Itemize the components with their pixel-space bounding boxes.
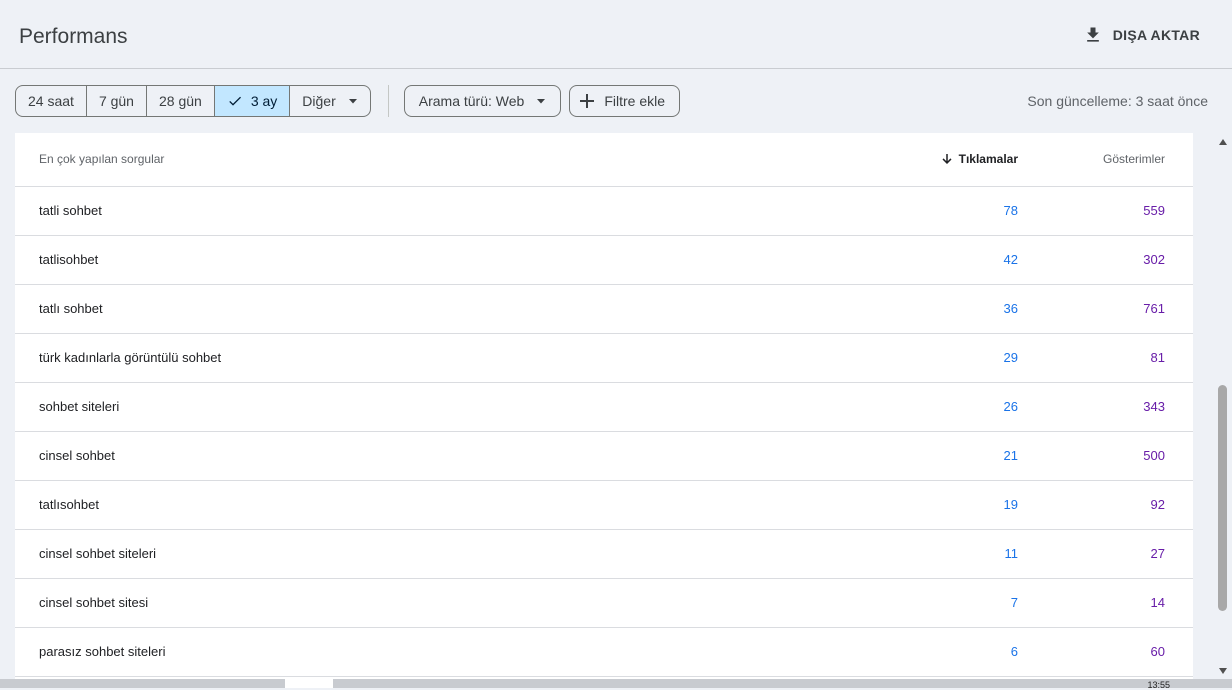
impressions-cell: 302 [1143, 252, 1165, 267]
check-icon [229, 96, 241, 106]
page-title: Performans [19, 25, 128, 48]
last-update-text: Son güncelleme: 3 saat önce [1027, 93, 1208, 109]
filter-divider [387, 85, 389, 117]
taskbar-active-app[interactable] [285, 679, 333, 688]
clicks-cell: 11 [1004, 546, 1019, 561]
add-filter-button[interactable]: Filtre ekle [569, 85, 680, 117]
search-type-label: Arama türü: Web [418, 93, 525, 109]
scroll-up-arrow-icon[interactable] [1219, 139, 1227, 145]
clicks-cell: 78 [1003, 203, 1018, 218]
date-range-label: 3 ay [250, 93, 278, 109]
date-range-selector: 24 saat 7 gün 28 gün 3 ay Diğer [15, 85, 371, 117]
query-cell: tatlisohbet [39, 252, 99, 267]
table-row[interactable]: cinsel sohbet sitesi 7 14 [15, 579, 1193, 628]
search-type-chip[interactable]: Arama türü: Web [403, 85, 562, 117]
date-range-28d[interactable]: 28 gün [147, 86, 215, 116]
scrollbar-thumb[interactable] [1218, 385, 1227, 611]
column-header-impressions[interactable]: Gösterimler [1103, 152, 1165, 166]
clicks-cell: 36 [1003, 301, 1018, 316]
impressions-cell: 92 [1150, 497, 1165, 512]
clicks-cell: 19 [1003, 497, 1018, 512]
query-cell: sohbet siteleri [39, 399, 120, 414]
table-row[interactable]: cinsel sohbet 21 500 [15, 432, 1193, 481]
table-row[interactable]: parasız sohbet siteleri 6 60 [15, 628, 1193, 677]
date-range-label: 7 gün [98, 93, 134, 109]
query-cell: cinsel sohbet sitesi [39, 595, 149, 610]
column-header-clicks-label: Tıklamalar [958, 152, 1018, 166]
performance-header: Performans DIŞA AKTAR [0, 0, 1232, 69]
caret-down-icon [537, 99, 546, 104]
table-row[interactable]: tatlısohbet 19 92 [15, 481, 1193, 530]
query-cell: cinsel sohbet siteleri [39, 546, 157, 561]
clicks-cell: 21 [1003, 448, 1018, 463]
impressions-cell: 27 [1150, 546, 1165, 561]
export-label: DIŞA AKTAR [1112, 27, 1200, 43]
query-cell: tatlı sohbet [39, 301, 103, 316]
date-range-label: 24 saat [28, 93, 74, 109]
impressions-cell: 761 [1143, 301, 1165, 316]
query-cell: tatlısohbet [39, 497, 99, 512]
impressions-cell: 81 [1150, 350, 1165, 365]
impressions-cell: 500 [1143, 448, 1165, 463]
impressions-cell: 343 [1143, 399, 1165, 414]
caret-down-icon [348, 99, 357, 104]
filter-bar: 24 saat 7 gün 28 gün 3 ay Diğer Arama tü… [15, 85, 688, 117]
arrow-down-icon [942, 154, 952, 164]
date-range-24h[interactable]: 24 saat [16, 86, 87, 116]
export-button[interactable]: DIŞA AKTAR [1083, 25, 1200, 45]
top-queries-table: En çok yapılan sorgular Tıklamalar Göste… [15, 133, 1193, 688]
clicks-cell: 7 [1010, 595, 1018, 610]
column-header-clicks[interactable]: Tıklamalar [941, 152, 1018, 166]
date-range-7d[interactable]: 7 gün [87, 86, 147, 116]
impressions-cell: 559 [1143, 203, 1165, 218]
clicks-cell: 42 [1003, 252, 1018, 267]
table-row[interactable]: cinsel sohbet siteleri 11 27 [15, 530, 1193, 579]
vertical-scrollbar[interactable] [1215, 133, 1232, 688]
query-cell: tatli sohbet [39, 203, 102, 218]
table-row[interactable]: tatlı sohbet 36 761 [15, 285, 1193, 334]
scroll-down-arrow-icon[interactable] [1219, 668, 1227, 674]
table-row[interactable]: sohbet siteleri 26 343 [15, 383, 1193, 432]
plus-icon [580, 94, 595, 108]
add-filter-label: Filtre ekle [604, 93, 665, 109]
column-header-query: En çok yapılan sorgular [39, 152, 165, 166]
table-body: tatli sohbet 78 559 tatlisohbet 42 302 tatlı… [15, 187, 1193, 677]
query-cell: cinsel sohbet [39, 448, 115, 463]
table-header: En çok yapılan sorgular Tıklamalar Göste… [15, 133, 1193, 187]
table-row[interactable]: türk kadınlarla görüntülü sohbet 29 81 [15, 334, 1193, 383]
taskbar: 13:55 [0, 679, 1232, 690]
impressions-cell: 60 [1150, 644, 1165, 659]
table-row[interactable]: tatli sohbet 78 559 [15, 187, 1193, 236]
date-range-label: 28 gün [158, 93, 202, 109]
impressions-cell: 14 [1150, 595, 1165, 610]
query-cell: parasız sohbet siteleri [39, 644, 166, 659]
date-range-3m[interactable]: 3 ay [214, 86, 291, 116]
download-icon [1086, 27, 1099, 42]
date-range-other[interactable]: Diğer [290, 86, 369, 116]
table-row[interactable]: tatlisohbet 42 302 [15, 236, 1193, 285]
clicks-cell: 6 [1010, 644, 1018, 659]
query-cell: türk kadınlarla görüntülü sohbet [39, 350, 222, 365]
taskbar-clock: 13:55 [1147, 680, 1170, 690]
clicks-cell: 29 [1003, 350, 1018, 365]
clicks-cell: 26 [1003, 399, 1018, 414]
date-range-label: Diğer [302, 93, 336, 109]
